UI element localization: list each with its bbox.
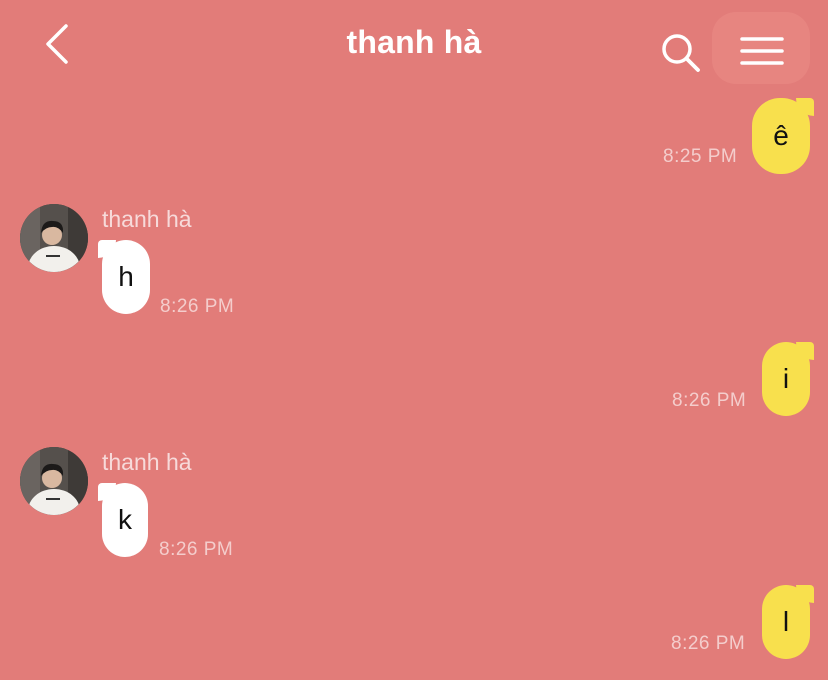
sender-name: thanh hà (102, 206, 192, 232)
their-message-bubble[interactable]: k (98, 483, 148, 557)
hamburger-menu-icon (740, 37, 784, 65)
message-time: 8:26 PM (160, 296, 235, 317)
their-message-bubble[interactable]: h (98, 240, 150, 314)
message-text: l (782, 606, 790, 637)
message-time: 8:26 PM (159, 539, 234, 560)
menu-button[interactable] (712, 12, 810, 84)
avatar-photo (20, 204, 88, 272)
message-time: 8:25 PM (663, 146, 738, 167)
avatar-photo (20, 447, 88, 515)
message-time: 8:26 PM (671, 633, 746, 654)
contact-avatar[interactable] (20, 204, 88, 272)
message-text: k (118, 504, 132, 535)
message-text: i (782, 363, 790, 394)
chat-header: thanh hà (0, 0, 828, 90)
message-time: 8:26 PM (672, 390, 747, 411)
my-message-bubble[interactable]: i (762, 342, 814, 416)
contact-avatar[interactable] (20, 447, 88, 515)
search-button[interactable] (660, 32, 702, 74)
message-text: ê (773, 120, 789, 151)
sender-name: thanh hà (102, 449, 192, 475)
my-message-bubble[interactable]: l (762, 585, 814, 659)
chat-title: thanh hà (346, 24, 482, 60)
my-message-bubble[interactable]: ê (752, 98, 814, 174)
search-icon (662, 34, 700, 72)
message-text: h (118, 261, 134, 292)
